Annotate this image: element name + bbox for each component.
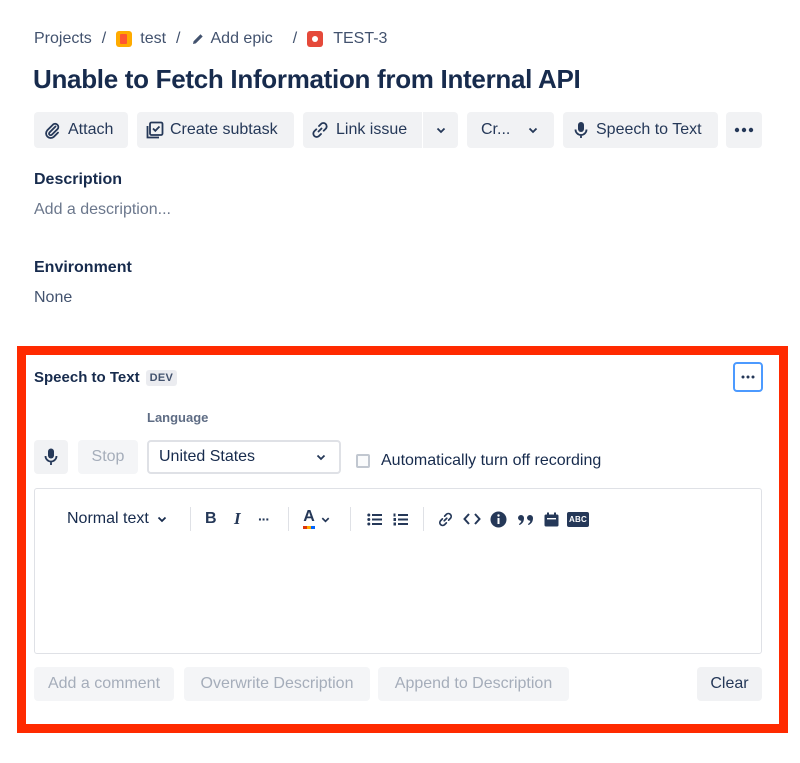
text-color-button[interactable]: A bbox=[303, 505, 331, 533]
chevron-down-icon[interactable] bbox=[435, 124, 447, 136]
chevron-down-icon bbox=[321, 517, 330, 523]
calendar-icon bbox=[544, 512, 559, 526]
auto-off-option: Automatically turn off recording bbox=[356, 452, 601, 470]
panel-title: Speech to Text bbox=[34, 369, 140, 386]
environment-label: Environment bbox=[34, 259, 132, 276]
link-issue-button[interactable]: Link issue bbox=[303, 112, 458, 148]
dev-badge: DEV bbox=[145, 369, 178, 386]
create-subtask-button[interactable]: Create subtask bbox=[137, 112, 294, 148]
attach-label: Attach bbox=[68, 121, 114, 138]
add-comment-button[interactable]: Add a comment bbox=[34, 667, 174, 701]
numbered-list-button[interactable] bbox=[393, 505, 408, 533]
text-style-label: Normal text bbox=[67, 510, 149, 527]
language-label: Language bbox=[147, 410, 209, 425]
link-icon bbox=[312, 122, 328, 138]
bug-icon bbox=[307, 31, 324, 47]
language-select[interactable]: United States bbox=[147, 440, 341, 474]
language-select-value: United States bbox=[159, 448, 256, 465]
breadcrumb: Projects / test / Add epic / TEST-3 bbox=[34, 28, 387, 50]
auto-off-label[interactable]: Automatically turn off recording bbox=[381, 452, 601, 470]
chevron-down-icon bbox=[157, 516, 166, 523]
description-label: Description bbox=[34, 171, 123, 188]
link-icon bbox=[439, 512, 452, 526]
more-actions-button[interactable] bbox=[726, 112, 762, 148]
breadcrumb-project[interactable]: test bbox=[140, 30, 166, 48]
microphone-icon bbox=[574, 122, 588, 138]
link-issue-label: Link issue bbox=[336, 121, 408, 138]
info-panel-button[interactable] bbox=[490, 505, 507, 533]
attach-button[interactable]: Attach bbox=[34, 112, 128, 148]
editor-content-area[interactable] bbox=[35, 549, 761, 649]
code-button[interactable] bbox=[463, 505, 481, 533]
stop-button[interactable]: Stop bbox=[78, 440, 138, 474]
create-dropdown-button[interactable]: Cr... bbox=[467, 112, 554, 148]
create-dropdown-label: Cr... bbox=[481, 121, 511, 138]
abc-icon: ABC bbox=[567, 511, 589, 527]
numbered-list-icon bbox=[393, 513, 408, 525]
speech-to-text-button[interactable]: Speech to Text bbox=[563, 112, 718, 148]
environment-field[interactable]: None bbox=[34, 289, 72, 307]
speech-to-text-label: Speech to Text bbox=[596, 121, 702, 138]
breadcrumb-issue-key[interactable]: TEST-3 bbox=[333, 30, 387, 48]
transcript-editor[interactable]: Normal text B I ··· A ABC bbox=[34, 488, 762, 654]
toolbar-divider bbox=[288, 507, 289, 531]
bullet-list-icon bbox=[367, 513, 382, 525]
toolbar-divider bbox=[190, 507, 191, 531]
breadcrumb-separator: / bbox=[176, 30, 181, 47]
chevron-down-icon bbox=[528, 127, 538, 134]
breadcrumb-separator: / bbox=[292, 30, 298, 47]
panel-more-button[interactable] bbox=[733, 362, 763, 392]
toolbar-divider bbox=[350, 507, 351, 531]
chevron-down-icon bbox=[316, 454, 326, 461]
date-button[interactable] bbox=[544, 505, 559, 533]
append-to-description-button[interactable]: Append to Description bbox=[378, 667, 569, 701]
more-icon bbox=[741, 375, 755, 379]
issue-title[interactable]: Unable to Fetch Information from Interna… bbox=[33, 64, 581, 95]
breadcrumb-add-epic[interactable]: Add epic bbox=[211, 30, 273, 48]
italic-button[interactable]: I bbox=[234, 505, 241, 533]
breadcrumb-projects[interactable]: Projects bbox=[34, 30, 92, 48]
subtask-icon bbox=[146, 121, 164, 139]
info-icon bbox=[490, 511, 507, 527]
project-icon bbox=[116, 31, 133, 47]
bold-button[interactable]: B bbox=[205, 505, 217, 533]
color-bar-icon bbox=[303, 526, 315, 529]
pencil-icon bbox=[191, 32, 205, 46]
breadcrumb-separator: / bbox=[101, 30, 107, 47]
microphone-icon bbox=[44, 448, 58, 465]
quote-button[interactable] bbox=[517, 505, 534, 533]
status-button[interactable]: ABC bbox=[567, 505, 589, 533]
quote-icon bbox=[518, 515, 533, 525]
text-color-glyph: A bbox=[303, 508, 315, 525]
create-subtask-label: Create subtask bbox=[170, 121, 278, 138]
insert-link-button[interactable] bbox=[437, 505, 454, 533]
text-style-dropdown[interactable]: Normal text bbox=[67, 505, 168, 533]
paperclip-icon bbox=[45, 122, 60, 139]
code-icon bbox=[463, 513, 481, 525]
more-icon bbox=[734, 127, 754, 133]
auto-off-checkbox[interactable] bbox=[356, 454, 370, 468]
record-button[interactable] bbox=[34, 440, 68, 474]
overwrite-description-button[interactable]: Overwrite Description bbox=[184, 667, 370, 701]
more-formatting-button[interactable]: ··· bbox=[258, 505, 270, 533]
clear-button[interactable]: Clear bbox=[697, 667, 762, 701]
bullet-list-button[interactable] bbox=[367, 505, 382, 533]
toolbar-divider bbox=[423, 507, 424, 531]
split-divider bbox=[422, 112, 423, 148]
panel-header: Speech to Text DEV bbox=[34, 369, 178, 386]
description-field[interactable]: Add a description... bbox=[34, 201, 171, 219]
